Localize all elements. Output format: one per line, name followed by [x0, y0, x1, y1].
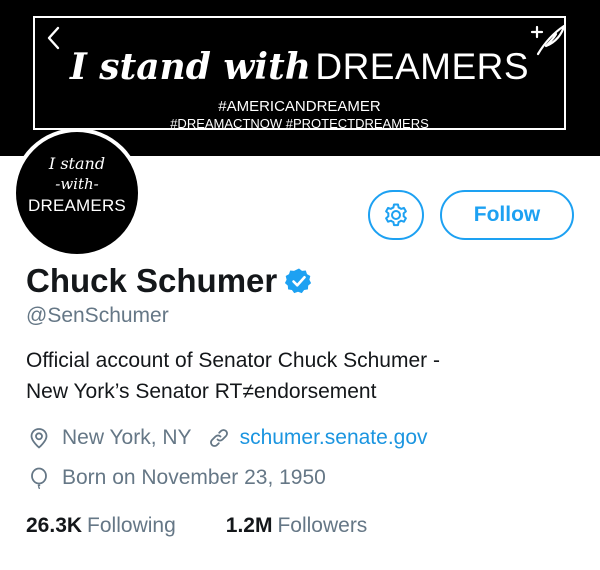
- banner-headline-script: I stand with: [69, 46, 311, 88]
- gear-icon: [385, 203, 407, 227]
- avatar-text-line-2: -with-: [55, 175, 99, 193]
- bio-line-1: Official account of Senator Chuck Schume…: [26, 349, 440, 372]
- banner-hashtag-line-2: #DREAMACTNOW #PROTECTDREAMERS: [170, 116, 429, 131]
- website-link[interactable]: schumer.senate.gov: [240, 426, 428, 450]
- followers-stat[interactable]: 1.2M Followers: [226, 514, 368, 538]
- banner-headline-caps: DREAMERS: [315, 46, 530, 87]
- display-name: Chuck Schumer: [26, 262, 278, 299]
- following-count: 26.3K: [26, 514, 83, 537]
- profile-meta-row-1: New York, NY schumer.senate.gov: [28, 426, 428, 450]
- quill-plus-icon[interactable]: [528, 18, 568, 58]
- name-row: Chuck Schumer: [26, 262, 313, 300]
- following-stat[interactable]: 26.3K Following: [26, 514, 176, 538]
- banner-hashtag-line-1: #AMERICANDREAMER: [218, 98, 381, 115]
- back-button[interactable]: [42, 25, 66, 51]
- balloon-icon: [31, 467, 47, 489]
- followers-label: Followers: [277, 514, 368, 537]
- banner-frame: I stand with DREAMERS #AMERICANDREAMER #…: [33, 16, 566, 131]
- location-text: New York, NY: [62, 426, 192, 449]
- follow-button[interactable]: Follow: [440, 190, 574, 240]
- profile-bio: Official account of Senator Chuck Schume…: [26, 345, 586, 407]
- user-handle: @SenSchumer: [26, 304, 169, 327]
- avatar[interactable]: I stand -with- DREAMERS: [12, 128, 142, 258]
- banner-headline: I stand with DREAMERS: [35, 46, 564, 88]
- verified-badge-icon: [285, 268, 312, 294]
- profile-meta-row-2: Born on November 23, 1950: [28, 466, 326, 490]
- follow-stats: 26.3K Following 1.2M Followers: [26, 514, 367, 538]
- link-icon: [209, 429, 228, 447]
- followers-count: 1.2M: [225, 514, 273, 537]
- avatar-text-line-1: I stand: [48, 154, 106, 173]
- location-pin-icon: [30, 428, 48, 449]
- profile-settings-button[interactable]: [368, 190, 424, 240]
- avatar-artwork: I stand -with- DREAMERS: [16, 132, 138, 254]
- avatar-text-line-3: DREAMERS: [28, 196, 126, 215]
- birthday-text: Born on November 23, 1950: [62, 466, 326, 489]
- following-label: Following: [87, 514, 176, 537]
- bio-line-2: New York’s Senator RT≠endorsement: [26, 380, 377, 403]
- chevron-left-icon: [47, 26, 60, 50]
